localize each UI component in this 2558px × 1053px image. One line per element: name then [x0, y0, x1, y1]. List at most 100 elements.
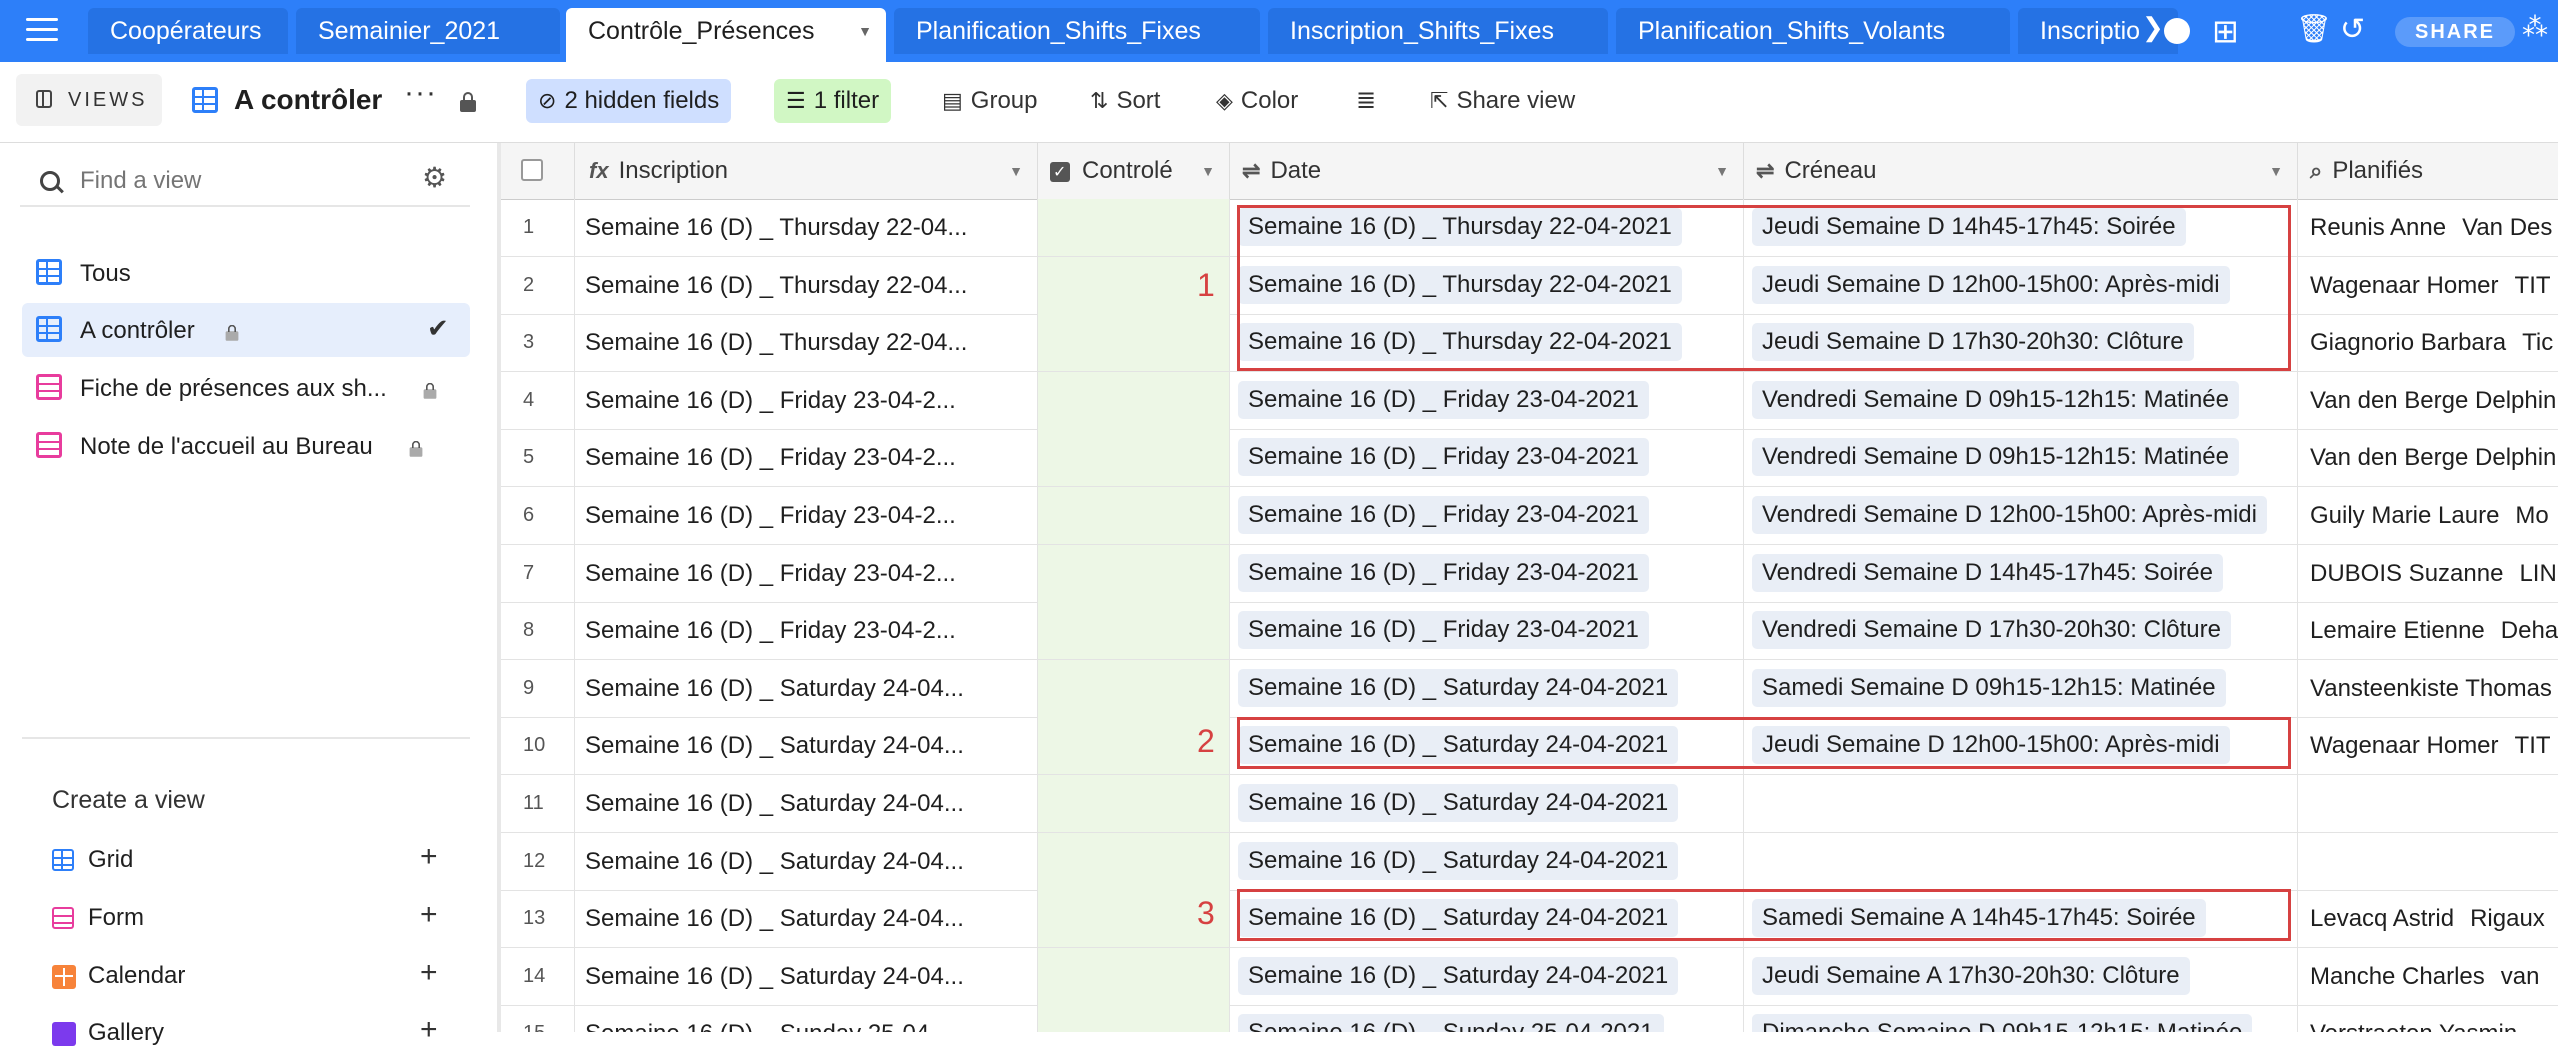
add-table-icon[interactable]: ⊞	[2212, 12, 2239, 52]
cell-planifies[interactable]: Lemaire Etienne Deha	[2298, 602, 2558, 659]
sidebar-item-fiche-presences[interactable]: Fiche de présences aux sh...	[22, 361, 470, 415]
cell-creneau[interactable]: Vendredi Semaine D 17h30-20h30: Clôture	[1744, 602, 2298, 660]
linked-record-pill[interactable]: Jeudi Semaine D 12h00-15h00: Après-midi	[1752, 726, 2230, 765]
tab-planification-shifts-volants[interactable]: Planification_Shifts_Volants	[1616, 8, 2010, 54]
color-button[interactable]: ◈ Color	[1204, 79, 1310, 123]
cell-inscription[interactable]: Semaine 16 (D) _ Friday 23-04-2...	[575, 429, 1038, 487]
cell-controle-checkbox[interactable]	[1038, 371, 1230, 429]
cell-date[interactable]: Semaine 16 (D) _ Saturday 24-04-2021	[1230, 659, 1744, 717]
views-toggle-button[interactable]: VIEWS	[16, 74, 162, 126]
table-row[interactable]: 6 Semaine 16 (D) _ Friday 23-04-2... Semai…	[501, 487, 2558, 545]
cell-planifies[interactable]: Wagenaar Homer TIT	[2298, 717, 2558, 774]
tab-planification-shifts-fixes[interactable]: Planification_Shifts_Fixes	[894, 8, 1260, 54]
table-row[interactable]: 9 Semaine 16 (D) _ Saturday 24-04... Semai…	[501, 659, 2558, 718]
linked-record-pill[interactable]: Semaine 16 (D) _ Saturday 24-04-2021	[1238, 841, 1679, 880]
cell-date[interactable]: Semaine 16 (D) _ Saturday 24-04-2021	[1230, 890, 1744, 948]
cell-planifies[interactable]: Van den Berge Delphin	[2298, 429, 2558, 486]
cell-inscription[interactable]: Semaine 16 (D) _ Sunday 25-04...	[575, 1005, 1038, 1032]
cell-controle-checkbox[interactable]	[1038, 659, 1230, 717]
table-row[interactable]: 2 Semaine 16 (D) _ Thursday 22-04... Semai…	[501, 256, 2558, 315]
gear-icon[interactable]: ⚙	[422, 161, 447, 194]
cell-date[interactable]: Semaine 16 (D) _ Saturday 24-04-2021	[1230, 717, 1744, 775]
share-view-button[interactable]: ⇱ Share view	[1418, 79, 1587, 123]
column-header-controle[interactable]: Controlé ▼	[1038, 143, 1230, 199]
cell-date[interactable]: Semaine 16 (D) _ Thursday 22-04-2021	[1230, 199, 1744, 256]
cell-inscription[interactable]: Semaine 16 (D) _ Thursday 22-04...	[575, 256, 1038, 314]
cell-inscription[interactable]: Semaine 16 (D) _ Thursday 22-04...	[575, 314, 1038, 372]
cell-planifies[interactable]: Van den Berge Delphin	[2298, 372, 2558, 429]
cell-date[interactable]: Semaine 16 (D) _ Saturday 24-04-2021	[1230, 832, 1744, 890]
chevron-down-icon[interactable]: ▼	[858, 8, 872, 54]
table-row[interactable]: 3 Semaine 16 (D) _ Thursday 22-04... Semai…	[501, 314, 2558, 373]
more-options-icon[interactable]: ···	[404, 76, 437, 110]
hidden-fields-button[interactable]: ⊘ 2 hidden fields	[526, 79, 732, 123]
create-form-view[interactable]: Form +	[50, 898, 470, 938]
cell-inscription[interactable]: Semaine 16 (D) _ Friday 23-04-2...	[575, 487, 1038, 544]
cell-inscription[interactable]: Semaine 16 (D) _ Friday 23-04-2...	[575, 544, 1038, 602]
cell-creneau[interactable]: Samedi Semaine A 14h45-17h45: Soirée	[1744, 890, 2298, 948]
cell-date[interactable]: Semaine 16 (D) _ Saturday 24-04-2021	[1230, 947, 1744, 1005]
table-row[interactable]: 10 Semaine 16 (D) _ Saturday 24-04... Sema…	[501, 717, 2558, 776]
cell-date[interactable]: Semaine 16 (D) _ Friday 23-04-2021	[1230, 487, 1744, 544]
cell-date[interactable]: Semaine 16 (D) _ Friday 23-04-2021	[1230, 371, 1744, 429]
column-header-creneau[interactable]: ⇌ Créneau ▼	[1744, 143, 2298, 199]
tab-semainier[interactable]: Semainier_2021	[296, 8, 560, 54]
linked-record-pill[interactable]: Semaine 16 (D) _ Saturday 24-04-2021	[1238, 899, 1679, 938]
history-icon[interactable]: ↺	[2340, 12, 2365, 52]
table-row[interactable]: 4 Semaine 16 (D) _ Friday 23-04-2... Semai…	[501, 371, 2558, 430]
filter-button[interactable]: ☰ 1 filter	[774, 79, 892, 123]
cell-creneau[interactable]	[1744, 775, 2298, 832]
cell-inscription[interactable]: Semaine 16 (D) _ Friday 23-04-2...	[575, 602, 1038, 660]
cell-date[interactable]: Semaine 16 (D) _ Saturday 24-04-2021	[1230, 775, 1744, 832]
linked-record-pill[interactable]: Semaine 16 (D) _ Saturday 24-04-2021	[1238, 726, 1679, 765]
column-header-inscription[interactable]: fx Inscription ▼	[575, 143, 1038, 199]
cell-planifies[interactable]: DUBOIS Suzanne LIN	[2298, 545, 2558, 602]
cell-controle-checkbox[interactable]	[1038, 602, 1230, 660]
linked-record-pill[interactable]: Semaine 16 (D) _ Friday 23-04-2021	[1238, 496, 1649, 534]
column-header-planifies[interactable]: ⌕ Planifiés	[2298, 143, 2558, 199]
table-row[interactable]: 7 Semaine 16 (D) _ Friday 23-04-2... Semai…	[501, 544, 2558, 603]
plus-icon[interactable]: +	[420, 1013, 438, 1047]
cell-creneau[interactable]: Vendredi Semaine D 09h15-12h15: Matinée	[1744, 371, 2298, 429]
linked-record-pill[interactable]: Semaine 16 (D) _ Friday 23-04-2021	[1238, 438, 1649, 477]
cell-controle-checkbox[interactable]	[1038, 544, 1230, 602]
table-row[interactable]: 1 Semaine 16 (D) _ Thursday 22-04... Semai…	[501, 199, 2558, 257]
cell-planifies[interactable]: Wagenaar Homer TIT	[2298, 257, 2558, 314]
cell-inscription[interactable]: Semaine 16 (D) _ Saturday 24-04...	[575, 832, 1038, 890]
linked-record-pill[interactable]: Jeudi Semaine D 17h30-20h30: Clôture	[1752, 323, 2194, 362]
cell-creneau[interactable]: Vendredi Semaine D 14h45-17h45: Soirée	[1744, 544, 2298, 602]
chevron-down-icon[interactable]: ▼	[2269, 143, 2283, 199]
linked-record-pill[interactable]: Semaine 16 (D) _ Sunday 25-04-2021	[1238, 1014, 1664, 1032]
linked-record-pill[interactable]: Semaine 16 (D) _ Thursday 22-04-2021	[1238, 208, 1682, 246]
plus-icon[interactable]: +	[420, 840, 438, 874]
cell-controle-checkbox[interactable]	[1038, 314, 1230, 372]
linked-record-pill[interactable]: Semaine 16 (D) _ Thursday 22-04-2021	[1238, 265, 1682, 304]
chevron-down-icon[interactable]: ▼	[1009, 143, 1023, 199]
cell-date[interactable]: Semaine 16 (D) _ Friday 23-04-2021	[1230, 602, 1744, 660]
cell-date[interactable]: Semaine 16 (D) _ Friday 23-04-2021	[1230, 544, 1744, 602]
cell-planifies[interactable]: Levacq Astrid Rigaux	[2298, 890, 2558, 947]
linked-record-pill[interactable]: Jeudi Semaine A 17h30-20h30: Clôture	[1752, 956, 2190, 995]
menu-icon[interactable]	[26, 18, 58, 44]
cell-controle-checkbox[interactable]	[1038, 199, 1230, 256]
cell-inscription[interactable]: Semaine 16 (D) _ Saturday 24-04...	[575, 659, 1038, 717]
cell-planifies[interactable]: Reunis Anne Van Des	[2298, 199, 2558, 256]
cell-controle-checkbox[interactable]	[1038, 487, 1230, 544]
linked-record-pill[interactable]: Jeudi Semaine D 14h45-17h45: Soirée	[1752, 208, 2186, 246]
table-row[interactable]: 14 Semaine 16 (D) _ Saturday 24-04... Sema…	[501, 947, 2558, 1006]
table-row[interactable]: 5 Semaine 16 (D) _ Friday 23-04-2... Semai…	[501, 429, 2558, 488]
cell-creneau[interactable]: Dimanche Semaine D 09h15-12h15: Matinée	[1744, 1005, 2298, 1032]
cell-creneau[interactable]	[1744, 832, 2298, 890]
plus-icon[interactable]: +	[420, 956, 438, 990]
linked-record-pill[interactable]: Semaine 16 (D) _ Thursday 22-04-2021	[1238, 323, 1682, 362]
cell-inscription[interactable]: Semaine 16 (D) _ Saturday 24-04...	[575, 775, 1038, 832]
cell-creneau[interactable]: Vendredi Semaine D 09h15-12h15: Matinée	[1744, 429, 2298, 487]
linked-record-pill[interactable]: Semaine 16 (D) _ Friday 23-04-2021	[1238, 611, 1649, 650]
share-button[interactable]: SHARE	[2395, 17, 2516, 47]
linked-record-pill[interactable]: Vendredi Semaine D 14h45-17h45: Soirée	[1752, 553, 2223, 592]
create-gallery-view[interactable]: Gallery +	[50, 1013, 470, 1053]
cell-inscription[interactable]: Semaine 16 (D) _ Saturday 24-04...	[575, 717, 1038, 775]
linked-record-pill[interactable]: Semaine 16 (D) _ Saturday 24-04-2021	[1238, 784, 1679, 822]
linked-record-pill[interactable]: Samedi Semaine D 09h15-12h15: Matinée	[1752, 668, 2226, 707]
cell-controle-checkbox[interactable]	[1038, 775, 1230, 832]
